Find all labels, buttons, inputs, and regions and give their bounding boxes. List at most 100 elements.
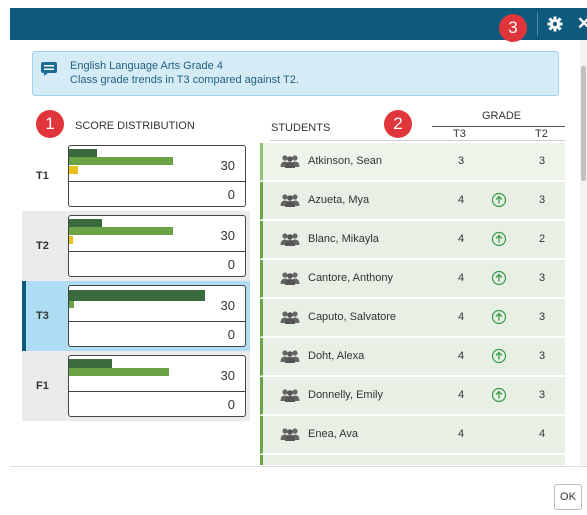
settings-button[interactable] (542, 12, 568, 36)
ok-button[interactable]: OK (554, 484, 582, 510)
group-icon (280, 427, 300, 446)
students-header: STUDENTS (271, 122, 331, 134)
close-icon: ✕ (576, 14, 587, 33)
student-name: Enea, Ava (308, 428, 358, 440)
term-row-f1[interactable]: F1 30 0 (22, 351, 250, 421)
group-icon (280, 271, 300, 290)
student-name: Doht, Alexa (308, 350, 365, 362)
bar-green (69, 368, 169, 376)
student-row[interactable]: Doht, Alexa 4 3 (260, 338, 565, 376)
bar-dark (69, 290, 205, 301)
info-course-title: English Language Arts Grade 4 (70, 60, 223, 72)
scrollbar-thumb[interactable] (581, 66, 586, 181)
term-bottom-count: 0 (227, 257, 235, 272)
grade-t3: 4 (458, 194, 465, 206)
term-score-card: 30 0 (68, 145, 246, 207)
footer-divider (10, 466, 587, 467)
term-row-t1[interactable]: T1 30 0 (22, 141, 250, 211)
arrow-up-circle-icon (491, 270, 507, 291)
student-row[interactable]: Azueta, Mya 4 3 (260, 182, 565, 220)
group-icon (280, 193, 300, 212)
student-name: Azueta, Mya (308, 194, 370, 206)
grade-t3: 4 (458, 311, 465, 323)
grade-t3: 4 (458, 428, 465, 440)
card-divider (69, 321, 245, 322)
info-description: Class grade trends in T3 compared agains… (70, 74, 299, 86)
bar-dark (69, 219, 102, 227)
term-bottom-count: 0 (227, 397, 235, 412)
column-header-t3: T3 (453, 128, 466, 140)
group-icon (280, 232, 300, 251)
group-icon (280, 349, 300, 368)
card-divider (69, 391, 245, 392)
term-bottom-count: 0 (227, 327, 235, 342)
term-score-card: 30 0 (68, 215, 246, 277)
info-banner: English Language Arts Grade 4 Class grad… (32, 51, 559, 96)
term-label: F1 (36, 380, 49, 392)
header-divider (270, 140, 565, 141)
term-label: T2 (36, 240, 49, 252)
arrow-up-circle-icon (491, 231, 507, 252)
term-bottom-count: 0 (227, 187, 235, 202)
student-row[interactable]: Atkinson, Sean 3 3 (260, 143, 565, 181)
grade-t3: 4 (458, 272, 465, 284)
term-score-card: 30 0 (68, 285, 246, 347)
student-row[interactable]: Donnelly, Emily 4 3 (260, 377, 565, 415)
grade-t2: 3 (539, 155, 546, 167)
student-name: Donnelly, Emily (308, 389, 383, 401)
bar-dark (69, 359, 112, 368)
group-icon (280, 310, 300, 329)
term-label: T3 (36, 310, 49, 322)
term-top-count: 30 (220, 158, 235, 173)
grade-t3: 4 (458, 233, 465, 245)
card-divider (69, 251, 245, 252)
grade-t2: 3 (539, 389, 546, 401)
student-row[interactable]: Blanc, Mikayla 4 2 (260, 221, 565, 259)
student-list[interactable]: Atkinson, Sean 3 3 Azueta, Mya 4 3 Blanc, Mika… (260, 143, 565, 465)
score-distribution-header: SCORE DISTRIBUTION (75, 120, 195, 132)
grade-t3: 3 (458, 155, 465, 167)
callout-marker: 1 (36, 110, 64, 138)
group-icon (280, 154, 300, 173)
bar-green (69, 301, 74, 308)
arrow-up-circle-icon (491, 348, 507, 369)
callout-marker: 3 (499, 14, 527, 42)
student-row[interactable] (260, 455, 565, 465)
term-top-count: 30 (220, 298, 235, 313)
grade-t2: 3 (539, 350, 546, 362)
grade-t2: 3 (539, 311, 546, 323)
bar-dark (69, 149, 97, 157)
grade-t3: 4 (458, 389, 465, 401)
student-row[interactable]: Enea, Ava 4 4 (260, 416, 565, 454)
grade-t2: 3 (539, 194, 546, 206)
term-label: T1 (36, 170, 49, 182)
grade-t2: 4 (539, 428, 546, 440)
student-name: Cantore, Anthony (308, 272, 394, 284)
title-bar-divider (537, 12, 538, 36)
grade-t3: 4 (458, 350, 465, 362)
gear-icon (547, 16, 563, 32)
comment-icon (41, 62, 57, 76)
term-row-t3[interactable]: T3 30 0 (22, 281, 250, 351)
student-row[interactable]: Cantore, Anthony 4 3 (260, 260, 565, 298)
student-row[interactable]: Caputo, Salvatore 4 3 (260, 299, 565, 337)
student-name: Blanc, Mikayla (308, 233, 379, 245)
bar-green (69, 227, 173, 235)
term-row-t2[interactable]: T2 30 0 (22, 211, 250, 281)
term-score-card: 30 0 (68, 355, 246, 417)
student-name: Atkinson, Sean (308, 155, 382, 167)
bar-yellow (69, 166, 78, 174)
grade-t2: 2 (539, 233, 546, 245)
grade-header-rule (432, 126, 565, 127)
arrow-up-circle-icon (491, 309, 507, 330)
term-top-count: 30 (220, 228, 235, 243)
callout-marker: 2 (384, 110, 412, 138)
card-divider (69, 181, 245, 182)
bar-green (69, 157, 173, 165)
close-button[interactable]: ✕ (574, 12, 587, 36)
grade-t2: 3 (539, 272, 546, 284)
student-name: Caputo, Salvatore (308, 311, 397, 323)
term-top-count: 30 (220, 368, 235, 383)
arrow-up-circle-icon (491, 192, 507, 213)
arrow-up-circle-icon (491, 387, 507, 408)
